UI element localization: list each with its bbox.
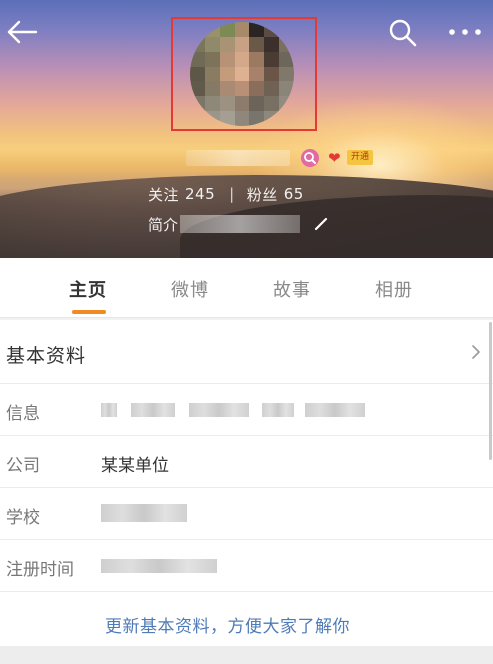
following-count[interactable]: 245 bbox=[185, 185, 215, 203]
following-label[interactable]: 关注 bbox=[148, 184, 179, 205]
stats-separator: | bbox=[229, 185, 235, 203]
school-key: 学校 bbox=[6, 508, 40, 528]
bio-text-redacted bbox=[180, 215, 301, 233]
basic-info-card: 基本资料 信息 公司 某某单位 学校 注册时间 bbox=[0, 320, 493, 646]
back-button[interactable] bbox=[6, 18, 38, 46]
school-value-redacted bbox=[101, 504, 187, 522]
tab-weibo[interactable]: 微博 bbox=[171, 276, 209, 302]
member-badge-icon[interactable] bbox=[301, 149, 319, 167]
heart-icon: ❤ bbox=[328, 148, 341, 167]
tab-album[interactable]: 相册 bbox=[375, 276, 413, 302]
bottom-strip bbox=[0, 646, 493, 664]
back-arrow-icon bbox=[7, 20, 38, 44]
search-icon bbox=[389, 19, 417, 47]
chevron-right-icon bbox=[472, 345, 480, 359]
info-row-company: 公司 某某单位 bbox=[0, 436, 493, 488]
company-value: 某某单位 bbox=[101, 456, 169, 476]
edit-pencil-icon[interactable] bbox=[314, 217, 328, 231]
follow-stats: 关注 245 | 粉丝 65 bbox=[148, 184, 304, 204]
avatar[interactable] bbox=[190, 22, 294, 126]
tab-home[interactable]: 主页 bbox=[69, 276, 107, 302]
basic-info-header[interactable]: 基本资料 bbox=[0, 320, 493, 384]
followers-count[interactable]: 65 bbox=[284, 185, 304, 203]
more-button[interactable] bbox=[446, 22, 484, 42]
search-button[interactable] bbox=[388, 18, 418, 48]
info-value-redacted bbox=[189, 403, 249, 417]
followers-label[interactable]: 粉丝 bbox=[247, 184, 278, 205]
info-row-register-time: 注册时间 bbox=[0, 540, 493, 592]
info-value-redacted bbox=[305, 403, 365, 417]
active-tab-indicator bbox=[72, 310, 106, 314]
avatar-highlight-box bbox=[171, 17, 317, 131]
info-value-redacted bbox=[131, 403, 175, 417]
more-icon bbox=[449, 29, 481, 35]
profile-tabs: 主页 微博 故事 相册 bbox=[0, 258, 493, 318]
update-basic-info-link[interactable]: 更新基本资料，方便大家了解你 bbox=[105, 612, 350, 637]
scrollbar[interactable] bbox=[489, 322, 492, 460]
info-row-info: 信息 bbox=[0, 384, 493, 436]
username-redacted bbox=[186, 150, 290, 166]
info-value-redacted bbox=[262, 403, 294, 417]
register-time-redacted bbox=[101, 559, 217, 573]
profile-cover: ❤ 开通 关注 245 | 粉丝 65 简介 bbox=[0, 0, 493, 258]
basic-info-title: 基本资料 bbox=[6, 345, 87, 367]
vip-badge[interactable]: ❤ 开通 bbox=[328, 148, 374, 167]
info-value-redacted bbox=[101, 403, 117, 417]
register-time-key: 注册时间 bbox=[6, 560, 74, 580]
company-key: 公司 bbox=[6, 456, 40, 476]
tab-story[interactable]: 故事 bbox=[273, 276, 311, 302]
bio-label: 简介 bbox=[148, 215, 179, 234]
info-key: 信息 bbox=[6, 404, 40, 424]
info-row-school: 学校 bbox=[0, 488, 493, 540]
vip-badge-label: 开通 bbox=[347, 150, 374, 165]
bio: 简介 bbox=[148, 213, 328, 235]
